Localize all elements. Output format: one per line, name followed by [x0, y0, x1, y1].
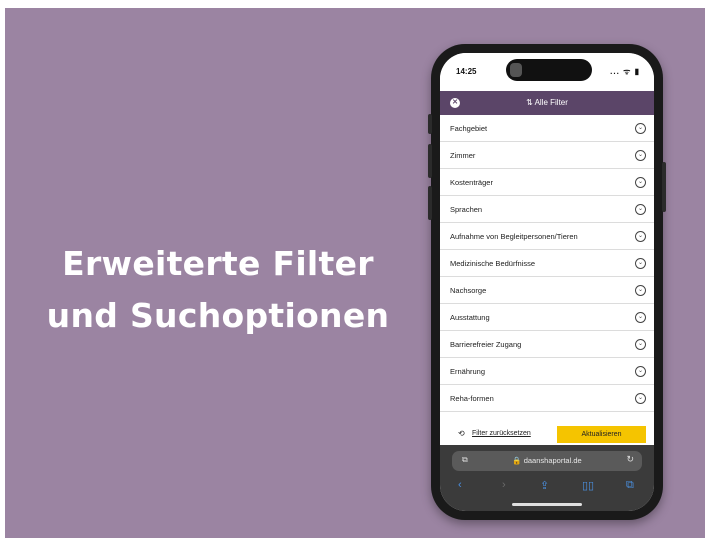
back-icon[interactable]: ‹ [458, 479, 462, 491]
headline: Erweiterte Filter und Suchoptionen [43, 238, 393, 342]
home-indicator [512, 503, 582, 506]
filter-row[interactable]: Nachsorge ⌄ [440, 277, 654, 304]
chevron-down-icon: ⌄ [635, 150, 646, 161]
address-bar[interactable]: ⧉ 🔒 daanshaportal.de ↻ [452, 451, 642, 471]
mute-switch [428, 114, 432, 134]
chevron-down-icon: ⌄ [635, 339, 646, 350]
tabs-icon[interactable]: ⧉ [626, 479, 634, 492]
filter-title: ⇅ Alle Filter [526, 98, 568, 107]
filter-list: Fachgebiet ⌄ Zimmer ⌄ Kostenträger ⌄ Sprachen ⌄… [440, 115, 654, 412]
chevron-down-icon: ⌄ [635, 393, 646, 404]
filter-row[interactable]: Fachgebiet ⌄ [440, 115, 654, 142]
filter-label: Zimmer [450, 151, 476, 160]
filter-label: Aufnahme von Begleitpersonen/Tieren [450, 232, 578, 241]
filter-row[interactable]: Kostenträger ⌄ [440, 169, 654, 196]
reload-icon[interactable]: ↻ [626, 454, 634, 465]
browser-toolbar: ‹ › ⇪ ▯▯ ⧉ [440, 479, 654, 497]
share-icon[interactable]: ⇪ [540, 479, 549, 492]
filter-label: Sprachen [450, 205, 483, 214]
chevron-down-icon: ⌄ [635, 123, 646, 134]
browser-bar: ⧉ 🔒 daanshaportal.de ↻ ‹ › ⇪ ▯▯ ⧉ [440, 445, 654, 511]
filter-row[interactable]: Aufnahme von Begleitpersonen/Tieren ⌄ [440, 223, 654, 250]
filter-row[interactable]: Reha-formen ⌄ [440, 385, 654, 412]
chevron-down-icon: ⌄ [635, 258, 646, 269]
chevron-down-icon: ⌄ [635, 285, 646, 296]
filter-actions: ⟲ Filter zurücksetzen Aktualisieren [440, 423, 654, 445]
chevron-down-icon: ⌄ [635, 177, 646, 188]
filter-label: Barrierefreier Zugang [450, 340, 522, 349]
filter-row[interactable]: Sprachen ⌄ [440, 196, 654, 223]
chevron-down-icon: ⌄ [635, 231, 646, 242]
filter-label: Kostenträger [450, 178, 493, 187]
power-button [662, 162, 666, 212]
status-icons: ... ᯤ ▮ [610, 67, 640, 76]
status-time: 14:25 [456, 67, 477, 76]
phone-screen: 14:25 ... ᯤ ▮ ✕ ⇅ Alle Filter Fachgebiet… [440, 53, 654, 511]
filter-label: Nachsorge [450, 286, 487, 295]
filter-label: Ausstattung [450, 313, 490, 322]
address-text[interactable]: 🔒 daanshaportal.de [452, 456, 642, 465]
filter-row[interactable]: Ernährung ⌄ [440, 358, 654, 385]
dynamic-island [506, 59, 592, 81]
reset-icon[interactable]: ⟲ [458, 429, 465, 438]
filter-row[interactable]: Medizinische Bedürfnisse ⌄ [440, 250, 654, 277]
filter-label: Fachgebiet [450, 124, 488, 133]
update-button[interactable]: Aktualisieren [557, 426, 646, 443]
headline-line-1: Erweiterte Filter [62, 244, 374, 283]
app-indicator-icon [510, 63, 522, 77]
status-bar: 14:25 ... ᯤ ▮ [440, 53, 654, 91]
filter-header: ✕ ⇅ Alle Filter [440, 91, 654, 115]
headline-line-2: und Suchoptionen [46, 296, 390, 335]
forward-icon[interactable]: › [502, 479, 506, 491]
filter-row[interactable]: Ausstattung ⌄ [440, 304, 654, 331]
filter-label: Medizinische Bedürfnisse [450, 259, 536, 268]
filter-label: Reha-formen [450, 394, 494, 403]
filter-row[interactable]: Barrierefreier Zugang ⌄ [440, 331, 654, 358]
volume-down-button [428, 186, 432, 220]
phone-mockup: 14:25 ... ᯤ ▮ ✕ ⇅ Alle Filter Fachgebiet… [428, 44, 666, 520]
filter-row[interactable]: Zimmer ⌄ [440, 142, 654, 169]
filter-label: Ernährung [450, 367, 486, 376]
volume-up-button [428, 144, 432, 178]
bookmarks-icon[interactable]: ▯▯ [582, 479, 594, 492]
chevron-down-icon: ⌄ [635, 312, 646, 323]
reset-filters-link[interactable]: Filter zurücksetzen [472, 430, 531, 437]
chevron-down-icon: ⌄ [635, 366, 646, 377]
chevron-down-icon: ⌄ [635, 204, 646, 215]
